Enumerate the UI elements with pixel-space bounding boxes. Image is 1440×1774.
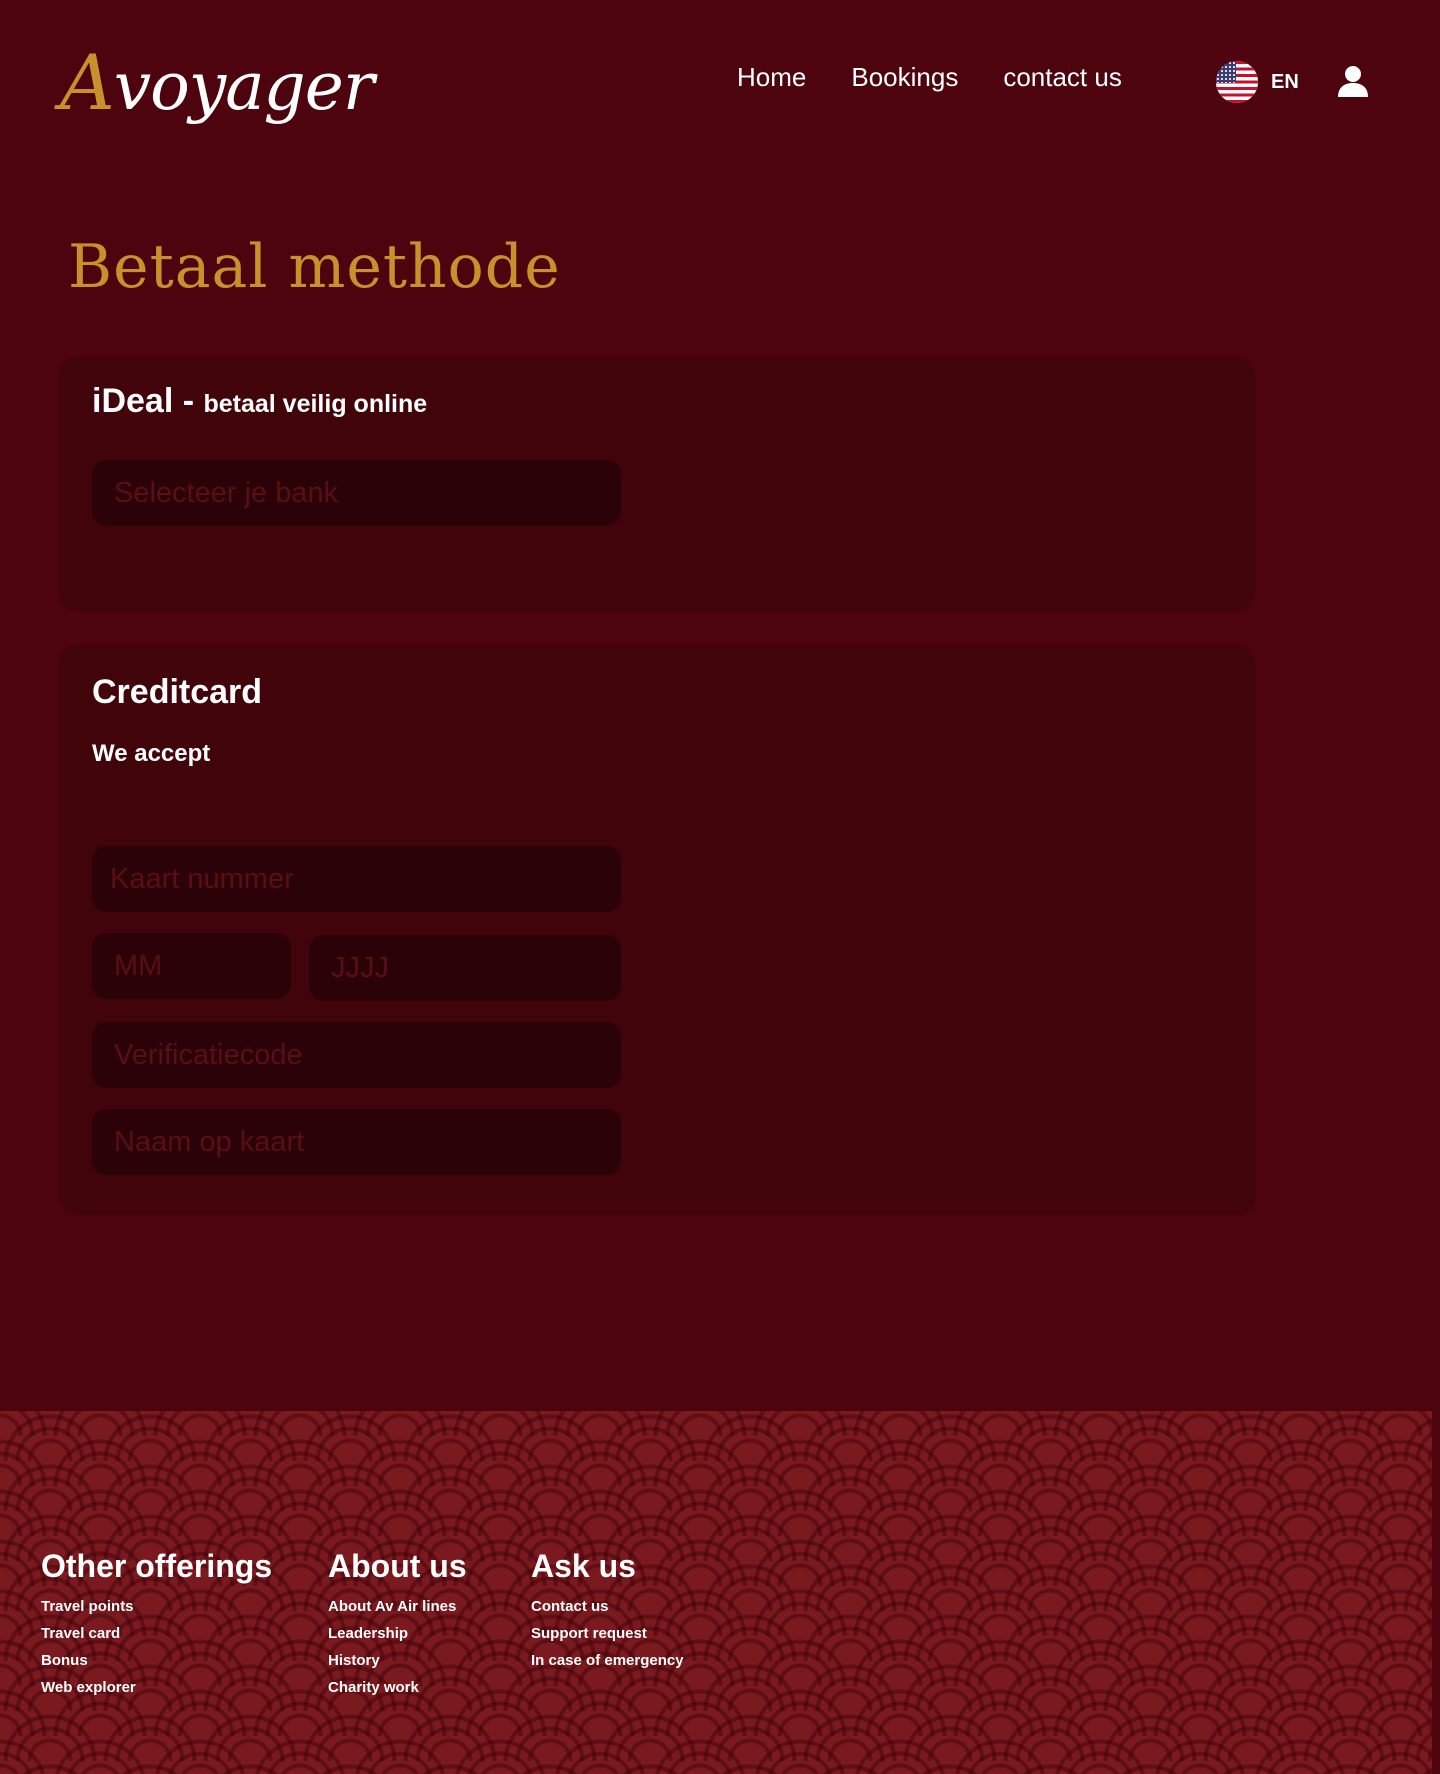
ideal-subtitle: betaal veilig online <box>203 390 428 418</box>
footer-column-about-us: About us About Av Air lines Leadership H… <box>328 1548 467 1701</box>
footer-link-item: In case of emergency <box>531 1647 684 1674</box>
footer-link-in-case-of-emergency[interactable]: In case of emergency <box>531 1652 684 1669</box>
footer-link-travel-points[interactable]: Travel points <box>41 1598 134 1615</box>
creditcard-title: Creditcard <box>92 673 263 711</box>
footer-heading: Other offerings <box>41 1548 273 1584</box>
expiry-month-input[interactable] <box>92 933 291 999</box>
footer-link-charity-work[interactable]: Charity work <box>328 1679 419 1696</box>
main-nav: Home Bookings contact us <box>737 62 1122 93</box>
footer-link-web-explorer[interactable]: Web explorer <box>41 1679 136 1696</box>
footer-link-item: History <box>328 1647 467 1674</box>
verification-code-input[interactable] <box>92 1022 621 1088</box>
footer: Other offerings Travel points Travel car… <box>0 1411 1432 1774</box>
footer-link-item: Travel points <box>41 1593 272 1620</box>
language-label: EN <box>1271 70 1299 93</box>
footer-heading: Ask us <box>531 1548 636 1584</box>
footer-link-contact-us[interactable]: Contact us <box>531 1598 609 1615</box>
footer-link-item: Contact us <box>531 1593 684 1620</box>
us-flag-icon <box>1216 61 1258 103</box>
nav-home[interactable]: Home <box>737 62 806 93</box>
user-icon[interactable] <box>1336 64 1370 98</box>
footer-link-item: About Av Air lines <box>328 1593 467 1620</box>
name-on-card-input[interactable] <box>92 1109 621 1175</box>
footer-link-item: Bonus <box>41 1647 272 1674</box>
expiry-year-input[interactable] <box>309 935 621 1001</box>
ideal-card: iDeal - betaal veilig online <box>59 357 1256 611</box>
ideal-title: iDeal - betaal veilig online <box>92 382 427 421</box>
site-logo[interactable]: Avoyager <box>60 38 375 127</box>
footer-link-item: Travel card <box>41 1620 272 1647</box>
bank-select-input[interactable] <box>92 460 621 526</box>
card-number-input[interactable] <box>92 846 621 912</box>
ideal-title-main: iDeal - <box>92 382 204 420</box>
footer-column-other-offerings: Other offerings Travel points Travel car… <box>41 1548 272 1701</box>
footer-column-ask-us: Ask us Contact us Support request In cas… <box>531 1548 684 1674</box>
footer-link-travel-card[interactable]: Travel card <box>41 1625 120 1642</box>
logo-initial: A <box>60 38 115 127</box>
footer-link-leadership[interactable]: Leadership <box>328 1625 408 1642</box>
footer-link-about-av-air-lines[interactable]: About Av Air lines <box>328 1598 456 1615</box>
footer-link-support-request[interactable]: Support request <box>531 1625 647 1642</box>
footer-link-item: Web explorer <box>41 1674 272 1701</box>
language-selector[interactable]: EN <box>1216 61 1299 103</box>
creditcard-card: Creditcard We accept <box>59 645 1256 1215</box>
footer-link-bonus[interactable]: Bonus <box>41 1652 88 1669</box>
nav-bookings[interactable]: Bookings <box>851 62 958 93</box>
footer-link-item: Support request <box>531 1620 684 1647</box>
footer-heading: About us <box>328 1548 467 1584</box>
footer-link-item: Charity work <box>328 1674 467 1701</box>
we-accept-label: We accept <box>92 740 211 767</box>
footer-link-item: Leadership <box>328 1620 467 1647</box>
page-title: Betaal methode <box>68 232 561 302</box>
footer-link-history[interactable]: History <box>328 1652 380 1669</box>
logo-text: voyager <box>113 48 375 125</box>
nav-contact-us[interactable]: contact us <box>1003 62 1122 93</box>
